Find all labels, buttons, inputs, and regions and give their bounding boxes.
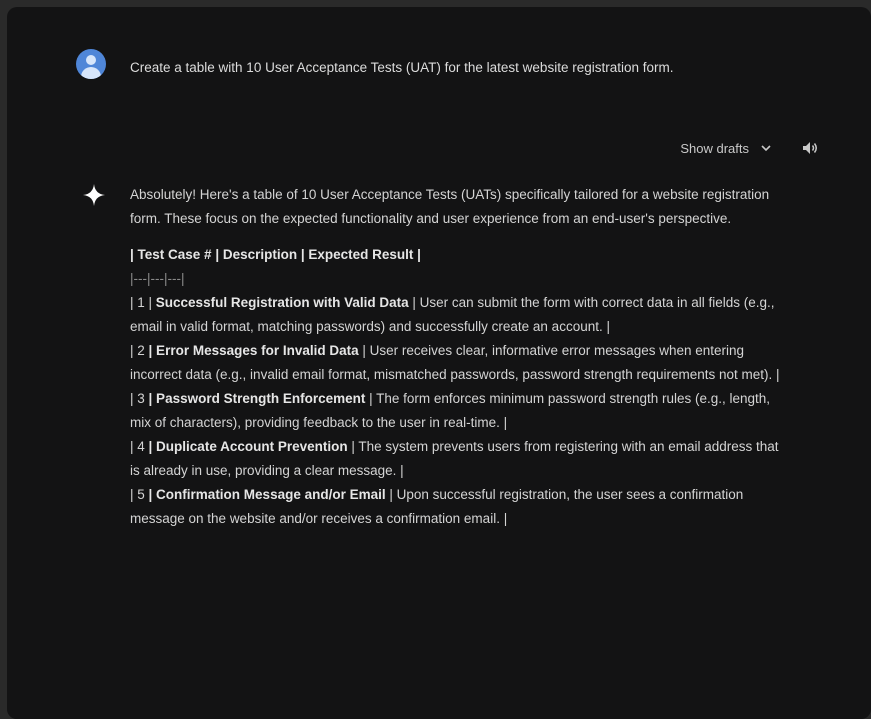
scroll-fade-overlay <box>7 679 871 719</box>
table-header-line: | Test Case # | Description | Expected R… <box>130 243 790 267</box>
response-intro: Absolutely! Here's a table of 10 User Ac… <box>130 187 770 226</box>
table-row: | 3 | Password Strength Enforcement | Th… <box>130 387 790 435</box>
table-row: | 5 | Confirmation Message and/or Email … <box>130 483 790 531</box>
sparkle-icon <box>83 184 105 211</box>
row-number: | 3 <box>130 391 149 406</box>
chevron-down-icon[interactable] <box>759 141 773 155</box>
table-row: | 2 | Error Messages for Invalid Data | … <box>130 339 790 387</box>
row-number: | 2 <box>130 343 149 358</box>
table-row: | 1 | Successful Registration with Valid… <box>130 291 790 339</box>
row-number: | 4 <box>130 439 149 454</box>
avatar-body-shape <box>81 67 101 79</box>
row-number: | 5 <box>130 487 149 502</box>
drafts-controls: Show drafts <box>680 140 819 156</box>
table-separator-line: |---|---|---| <box>130 271 185 286</box>
user-message-row <box>76 49 106 79</box>
avatar-head-shape <box>86 55 96 65</box>
user-prompt-text: Create a table with 10 User Acceptance T… <box>130 60 674 75</box>
row-title: | Error Messages for Invalid Data <box>148 343 359 358</box>
assistant-response: Absolutely! Here's a table of 10 User Ac… <box>130 183 790 531</box>
table-row: | 4 | Duplicate Account Prevention | The… <box>130 435 790 483</box>
show-drafts-button[interactable]: Show drafts <box>680 141 749 156</box>
row-title: Successful Registration with Valid Data <box>155 295 409 310</box>
row-number: | 1 | <box>130 295 156 310</box>
chat-panel: Create a table with 10 User Acceptance T… <box>7 7 871 719</box>
table-header-text: | Test Case # | Description | Expected R… <box>130 247 421 262</box>
user-avatar[interactable] <box>76 49 106 79</box>
speaker-icon[interactable] <box>801 140 819 156</box>
row-title: | Password Strength Enforcement <box>148 391 366 406</box>
row-title: | Duplicate Account Prevention <box>148 439 348 454</box>
row-title: | Confirmation Message and/or Email <box>148 487 386 502</box>
